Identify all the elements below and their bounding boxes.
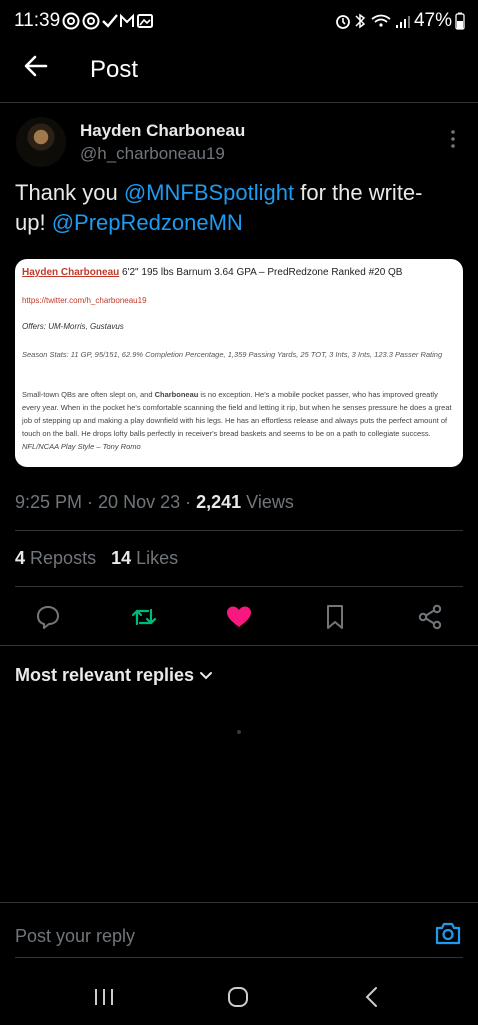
divider — [0, 645, 478, 646]
header-divider — [0, 102, 478, 103]
card-play-style: NFL/NCAA Play Style – Tony Romo — [22, 442, 141, 451]
more-options-icon[interactable] — [446, 128, 460, 150]
card-offers: Offers: UM-Morris, Gustavus — [22, 322, 124, 331]
notification-icons — [62, 12, 153, 30]
reposts-count: 4 — [15, 548, 26, 568]
card-body: Small-town QBs are often slept on, and C… — [22, 388, 456, 453]
chevron-down-icon[interactable] — [198, 668, 214, 684]
divider — [15, 530, 463, 531]
likes-count: 14 — [111, 548, 132, 568]
reply-icon[interactable] — [34, 603, 62, 631]
top-app-bar — [0, 42, 478, 102]
divider — [0, 902, 478, 903]
card-headline: Hayden Charboneau 6'2" 195 lbs Barnum 3.… — [22, 267, 402, 278]
author-avatar[interactable] — [16, 117, 66, 167]
author-name[interactable]: Hayden Charboneau — [80, 121, 245, 141]
reply-input[interactable] — [15, 923, 415, 949]
camera-icon[interactable] — [434, 919, 462, 947]
replies-sort-label[interactable]: Most relevant replies — [15, 665, 194, 686]
card-player-name: Hayden Charboneau — [22, 267, 120, 278]
post-time: 9:25 PM — [15, 492, 83, 512]
like-heart-icon[interactable] — [225, 603, 253, 631]
mention-link[interactable]: @MNFBSpotlight — [124, 180, 294, 205]
loading-indicator — [237, 730, 241, 734]
battery-icon — [455, 12, 465, 30]
share-icon[interactable] — [416, 603, 444, 631]
card-season-stats: Season Stats: 11 GP, 95/151, 62.9% Compl… — [22, 350, 443, 359]
back-arrow-icon[interactable] — [20, 50, 52, 82]
views-label: Views — [246, 492, 294, 512]
reposts-link[interactable]: 4 Reposts — [15, 548, 96, 568]
home-icon[interactable] — [224, 983, 252, 1011]
author-handle[interactable]: @h_charboneau19 — [80, 144, 225, 164]
status-time: 11:39 — [14, 10, 61, 31]
post-meta: 9:25 PM · 20 Nov 23 · 2,241 Views — [15, 492, 294, 512]
recent-apps-icon[interactable] — [90, 983, 118, 1011]
card-body-name: Charboneau — [154, 390, 199, 399]
back-nav-icon[interactable] — [358, 983, 386, 1011]
divider — [15, 957, 463, 958]
article-card-image[interactable]: Hayden Charboneau 6'2" 195 lbs Barnum 3.… — [15, 259, 463, 467]
post-text: Thank you @MNFBSpotlight for the write-u… — [15, 178, 435, 238]
divider — [15, 586, 463, 587]
system-icons — [336, 13, 410, 29]
likes-link[interactable]: 14 Likes — [111, 548, 178, 568]
card-body-part: Small-town QBs are often slept on, and — [22, 390, 155, 399]
engagement-stats: 4 Reposts 14 Likes — [15, 548, 178, 569]
reposts-label: Reposts — [30, 548, 97, 568]
bookmark-icon[interactable] — [321, 603, 349, 631]
battery-percentage: 47% — [413, 10, 452, 31]
page-title: Post — [90, 56, 139, 83]
post-text-part: Thank you — [15, 180, 124, 205]
repost-icon[interactable] — [130, 603, 158, 631]
views-count: 2,241 — [196, 492, 242, 512]
mention-link[interactable]: @PrepRedzoneMN — [52, 210, 243, 235]
card-twitter-link: https://twitter.com/h_charboneau19 — [22, 296, 147, 305]
post-date: 20 Nov 23 — [98, 492, 181, 512]
likes-label: Likes — [136, 548, 179, 568]
card-headline-rest: 6'2" 195 lbs Barnum 3.64 GPA – PredRedzo… — [119, 267, 403, 278]
status-bar: 11:39 47% — [0, 0, 478, 42]
